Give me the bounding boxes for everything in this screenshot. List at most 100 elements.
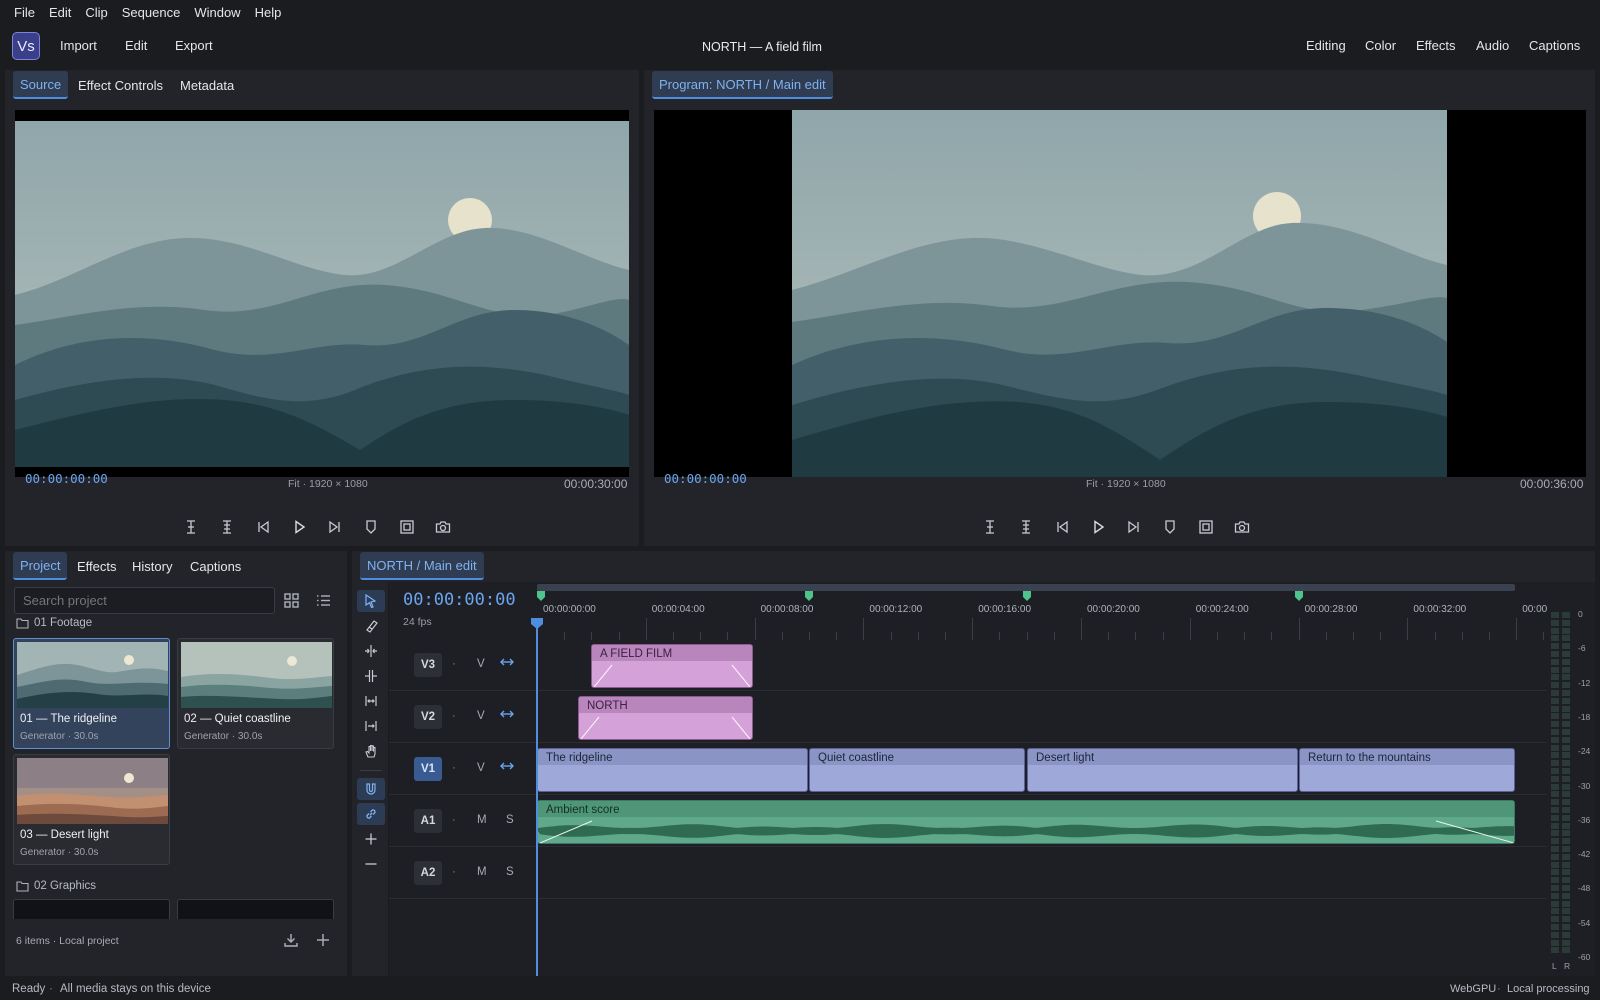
program-fit-resolution[interactable]: Fit · 1920 × 1080 [1086, 478, 1166, 490]
play-icon[interactable] [1089, 518, 1107, 536]
tab-sequence[interactable]: NORTH / Main edit [360, 552, 484, 580]
workspace-captions[interactable]: Captions [1529, 38, 1580, 53]
tab-captions[interactable]: Captions [183, 552, 248, 580]
step-back-icon[interactable] [1053, 518, 1071, 536]
download-icon[interactable] [283, 932, 299, 948]
mark-in-icon[interactable] [981, 518, 999, 536]
track-label[interactable]: V1 [414, 757, 442, 781]
program-viewer[interactable] [654, 110, 1586, 477]
project-item-ridgeline[interactable]: 01 — The ridgeline Generator · 30.0s [13, 638, 170, 749]
program-timecode[interactable]: 00:00:00:00 [664, 471, 747, 486]
clip-title-north[interactable]: NORTH [578, 696, 753, 740]
clip-return-to-the-mountains[interactable]: Return to the mountains [1299, 748, 1515, 792]
sequence-marker[interactable] [805, 591, 813, 601]
camera-icon[interactable] [1233, 518, 1251, 536]
workspace-editing[interactable]: Editing [1306, 38, 1346, 53]
ruler-minor-tick [1461, 632, 1463, 640]
clip-quiet-coastline[interactable]: Quiet coastline [809, 748, 1025, 792]
zoom-out-button[interactable] [357, 853, 385, 875]
folder-footage[interactable]: 01 Footage [16, 615, 92, 631]
track-label[interactable]: A2 [414, 861, 442, 885]
clip-title-a-field-film[interactable]: A FIELD FILM [591, 644, 753, 688]
mark-in-icon[interactable] [182, 518, 200, 536]
source-viewer[interactable] [15, 110, 629, 477]
workspace-audio[interactable]: Audio [1476, 38, 1509, 53]
marker-icon[interactable] [1161, 518, 1179, 536]
step-forward-icon[interactable] [326, 518, 344, 536]
selection-tool[interactable] [357, 590, 385, 612]
workspace-effects[interactable]: Effects [1416, 38, 1456, 53]
project-item-coastline[interactable]: 02 — Quiet coastline Generator · 30.0s [177, 638, 334, 749]
safe-margins-icon[interactable] [398, 518, 416, 536]
track-label[interactable]: V2 [414, 705, 442, 729]
tab-effect-controls[interactable]: Effect Controls [71, 71, 170, 99]
sync-lock-icon[interactable] [499, 707, 515, 721]
camera-icon[interactable] [434, 518, 452, 536]
mark-out-icon[interactable] [1017, 518, 1035, 536]
sync-lock-icon[interactable] [499, 759, 515, 773]
ripple-tool[interactable] [357, 640, 385, 662]
menu-sequence[interactable]: Sequence [116, 5, 187, 20]
snapping-toggle[interactable] [357, 778, 385, 800]
clip-ambient-score[interactable]: Ambient score [537, 800, 1515, 844]
menu-help[interactable]: Help [249, 5, 288, 20]
playhead[interactable] [536, 618, 538, 976]
hand-tool[interactable] [357, 740, 385, 762]
grid-view-icon[interactable] [284, 593, 299, 608]
track-mute[interactable]: M [477, 866, 487, 878]
tab-project[interactable]: Project [13, 552, 68, 580]
timeline-timecode[interactable]: 00:00:00:00 [403, 590, 516, 610]
track-label[interactable]: V3 [414, 653, 442, 677]
add-icon[interactable] [315, 932, 331, 948]
safe-margins-icon[interactable] [1197, 518, 1215, 536]
source-timecode[interactable]: 00:00:00:00 [25, 471, 108, 486]
fade-handles[interactable] [579, 713, 753, 740]
sequence-marker[interactable] [1023, 591, 1031, 601]
sequence-marker[interactable] [1295, 591, 1303, 601]
track-toggle-visibility[interactable]: V [477, 710, 485, 722]
time-ruler[interactable]: 00:00:00:00 00:00:04:00 00:00:08:00 00:00:1… [537, 604, 1547, 640]
tab-program[interactable]: Program: NORTH / Main edit [652, 71, 833, 99]
sequence-marker[interactable] [537, 591, 545, 601]
razor-tool[interactable] [357, 615, 385, 637]
workspace-color[interactable]: Color [1365, 38, 1396, 53]
project-item-graphic[interactable] [177, 899, 334, 919]
clip-the-ridgeline[interactable]: The ridgeline [537, 748, 808, 792]
track-solo[interactable]: S [506, 866, 514, 878]
slide-tool[interactable] [357, 715, 385, 737]
track-toggle-visibility[interactable]: V [477, 762, 485, 774]
folder-graphics[interactable]: 02 Graphics [16, 878, 96, 894]
zoom-in-button[interactable] [357, 828, 385, 850]
mark-out-icon[interactable] [218, 518, 236, 536]
project-item-desert[interactable]: 03 — Desert light Generator · 30.0s [13, 754, 170, 865]
step-forward-icon[interactable] [1125, 518, 1143, 536]
linked-selection-toggle[interactable] [357, 803, 385, 825]
sync-lock-icon[interactable] [499, 655, 515, 669]
track-toggle-visibility[interactable]: V [477, 658, 485, 670]
meter-segment [1551, 947, 1559, 954]
tab-effects[interactable]: Effects [70, 552, 124, 580]
list-view-icon[interactable] [316, 593, 331, 608]
menu-window[interactable]: Window [188, 5, 246, 20]
project-item-graphic[interactable] [13, 899, 170, 919]
play-icon[interactable] [290, 518, 308, 536]
roll-tool[interactable] [357, 665, 385, 687]
marker-icon[interactable] [362, 518, 380, 536]
playhead-handle[interactable] [531, 618, 543, 630]
track-label[interactable]: A1 [414, 809, 442, 833]
tab-history[interactable]: History [125, 552, 179, 580]
fade-handles[interactable] [592, 661, 753, 688]
search-input[interactable] [14, 587, 275, 614]
track-mute[interactable]: M [477, 814, 487, 826]
tab-metadata[interactable]: Metadata [173, 71, 241, 99]
menu-edit[interactable]: Edit [43, 5, 77, 20]
tab-source[interactable]: Source [13, 71, 69, 99]
slip-tool[interactable] [357, 690, 385, 712]
track-solo[interactable]: S [506, 814, 514, 826]
step-back-icon[interactable] [254, 518, 272, 536]
clip-desert-light[interactable]: Desert light [1027, 748, 1298, 792]
work-area-bar[interactable] [537, 584, 1515, 591]
menu-clip[interactable]: Clip [79, 5, 113, 20]
menu-file[interactable]: File [8, 5, 41, 20]
source-fit-resolution[interactable]: Fit · 1920 × 1080 [288, 478, 368, 490]
